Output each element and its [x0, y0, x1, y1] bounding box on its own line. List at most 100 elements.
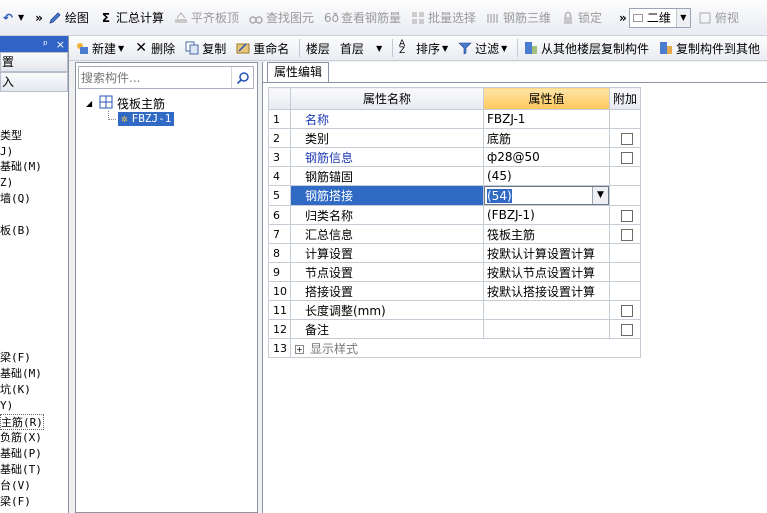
row-number: 11: [268, 300, 291, 320]
property-row[interactable]: 5 钢筋搭接 (54) ▼: [268, 185, 642, 206]
property-row[interactable]: 6 归类名称 (FBZJ-1): [268, 205, 642, 225]
property-row[interactable]: 1 名称 FBZJ-1: [268, 109, 642, 129]
copy-from-other-floor-button[interactable]: 从其他楼层复制构件: [521, 37, 652, 59]
property-group-cell: + 显示样式: [289, 338, 642, 358]
navigator-item[interactable]: 梁(F): [0, 494, 31, 510]
navigator-item[interactable]: 基础(M): [0, 366, 42, 382]
property-row[interactable]: 7 汇总信息 筏板主筋: [268, 224, 642, 244]
property-value[interactable]: 按默认搭接设置计算: [483, 281, 610, 301]
navigator-item[interactable]: 主筋(R): [0, 414, 44, 430]
property-value[interactable]: [483, 319, 610, 339]
navigator-header: ᵖ ×: [0, 36, 68, 52]
property-value[interactable]: 底筋: [483, 128, 610, 148]
property-value[interactable]: 按默认计算设置计算: [483, 243, 610, 263]
undo-dropdown-icon[interactable]: ▼: [18, 13, 24, 22]
gear-icon: ✲: [121, 112, 128, 125]
batch-select-button[interactable]: 批量选择: [408, 7, 479, 29]
tab-property-edit[interactable]: 属性编辑: [267, 62, 330, 83]
close-icon[interactable]: ×: [56, 38, 65, 51]
navigator-button-2[interactable]: 入: [0, 72, 68, 92]
view-rebar-quantity-button[interactable]: 6ð 查看钢筋量: [321, 7, 404, 29]
extra-cell: [608, 166, 642, 186]
view-mode-select[interactable]: 二维 ▼: [628, 7, 691, 28]
property-row[interactable]: 3 钢筋信息 ф28@50: [268, 147, 642, 167]
expand-icon[interactable]: +: [295, 344, 304, 354]
top-view-button[interactable]: 俯视: [695, 7, 742, 29]
property-name: 归类名称: [290, 205, 484, 225]
draw-button[interactable]: 绘图: [45, 7, 92, 29]
property-value[interactable]: 筏板主筋: [483, 224, 610, 244]
tree-node-root[interactable]: ◢ 筏板主筋: [86, 95, 165, 111]
property-row[interactable]: 11 长度调整(mm): [268, 300, 642, 320]
navigator-item[interactable]: 负筋(X): [0, 430, 42, 446]
extra-checkbox[interactable]: [621, 304, 633, 317]
navigator-item[interactable]: 基础(M): [0, 159, 42, 175]
toolbar-separator: [392, 39, 393, 57]
lock-button[interactable]: 锁定: [558, 7, 605, 29]
property-value[interactable]: (FBZJ-1): [483, 205, 610, 225]
property-value-editor[interactable]: (54) ▼: [483, 185, 610, 206]
property-value[interactable]: (45): [483, 166, 610, 186]
search-input[interactable]: [79, 68, 231, 87]
flatten-slab-top-button[interactable]: 平齐板顶: [171, 7, 242, 29]
property-name: 长度调整(mm): [290, 300, 484, 320]
property-name: 节点设置: [290, 262, 484, 282]
extra-checkbox[interactable]: [621, 323, 633, 336]
extra-checkbox[interactable]: [621, 151, 633, 164]
navigator-item[interactable]: 类型: [0, 128, 22, 144]
tree-node-fbzj-1[interactable]: ✲ FBZJ-1: [118, 111, 175, 127]
property-value[interactable]: FBZJ-1: [483, 109, 610, 129]
toolbar-separator: [299, 39, 300, 57]
navigator-item[interactable]: J): [0, 144, 13, 160]
property-row[interactable]: 2 类别 底筋: [268, 128, 642, 148]
property-value[interactable]: 按默认节点设置计算: [483, 262, 610, 282]
navigator-item[interactable]: Z): [0, 175, 13, 191]
sort-button[interactable]: AZ 排序 ▼: [396, 37, 451, 59]
property-row[interactable]: 4 钢筋锚固 (45): [268, 166, 642, 186]
new-button[interactable]: 新建 ▼: [72, 37, 127, 59]
property-row[interactable]: 10 搭接设置 按默认搭接设置计算: [268, 281, 642, 301]
filter-button[interactable]: 过滤 ▼: [455, 37, 510, 59]
navigator-item[interactable]: 台(V): [0, 478, 31, 494]
search-button[interactable]: [231, 67, 253, 88]
rebar-3d-button[interactable]: 钢筋三维: [483, 7, 554, 29]
collapse-icon[interactable]: ◢: [86, 99, 95, 108]
property-name: 汇总信息: [290, 224, 484, 244]
row-number-header: [268, 87, 291, 110]
property-row[interactable]: 12 备注: [268, 319, 642, 339]
navigator-button-1[interactable]: 置: [0, 52, 68, 72]
toolbar-overflow-icon-2[interactable]: »: [619, 11, 627, 25]
property-row[interactable]: 8 计算设置 按默认计算设置计算: [268, 243, 642, 263]
summary-calc-button[interactable]: Σ 汇总计算: [96, 7, 167, 29]
chevron-down-icon[interactable]: ▼: [592, 187, 608, 204]
navigator-item[interactable]: 墙(Q): [0, 191, 31, 207]
property-value[interactable]: [483, 300, 610, 320]
navigator-item[interactable]: 坑(K): [0, 382, 31, 398]
rename-button[interactable]: 重命名: [233, 37, 292, 59]
extra-cell: [608, 319, 642, 339]
navigator-item[interactable]: Y): [0, 398, 13, 414]
extra-checkbox[interactable]: [621, 132, 633, 145]
navigator-item[interactable]: 基础(P): [0, 446, 42, 462]
navigator-item[interactable]: 板(B): [0, 223, 31, 239]
delete-button[interactable]: ✕ 删除: [131, 37, 178, 59]
property-row[interactable]: 9 节点设置 按默认节点设置计算: [268, 262, 642, 282]
value-combo-text[interactable]: (54): [485, 188, 592, 203]
extra-checkbox[interactable]: [621, 209, 633, 222]
extra-checkbox[interactable]: [621, 228, 633, 241]
property-value[interactable]: ф28@50: [483, 147, 610, 167]
row-number: 7: [268, 224, 291, 244]
navigator-item[interactable]: 梁(F): [0, 350, 31, 366]
copy-to-other-floor-button[interactable]: 复制构件到其他: [656, 37, 763, 59]
navigator-item[interactable]: 基础(T): [0, 462, 42, 478]
copy-button[interactable]: 复制: [182, 37, 229, 59]
floor-label: 楼层: [305, 41, 330, 56]
find-element-button[interactable]: 查找图元: [246, 7, 317, 29]
property-group-row[interactable]: 13 + 显示样式: [268, 338, 642, 358]
value-combo[interactable]: (54) ▼: [484, 186, 609, 205]
rename-icon: [236, 41, 250, 55]
pin-icon[interactable]: ᵖ: [43, 38, 48, 51]
floor-select[interactable]: 首层 ▼: [337, 37, 385, 59]
toolbar-overflow-icon[interactable]: »: [35, 11, 43, 25]
undo-button[interactable]: ↶ ▼: [0, 7, 27, 29]
